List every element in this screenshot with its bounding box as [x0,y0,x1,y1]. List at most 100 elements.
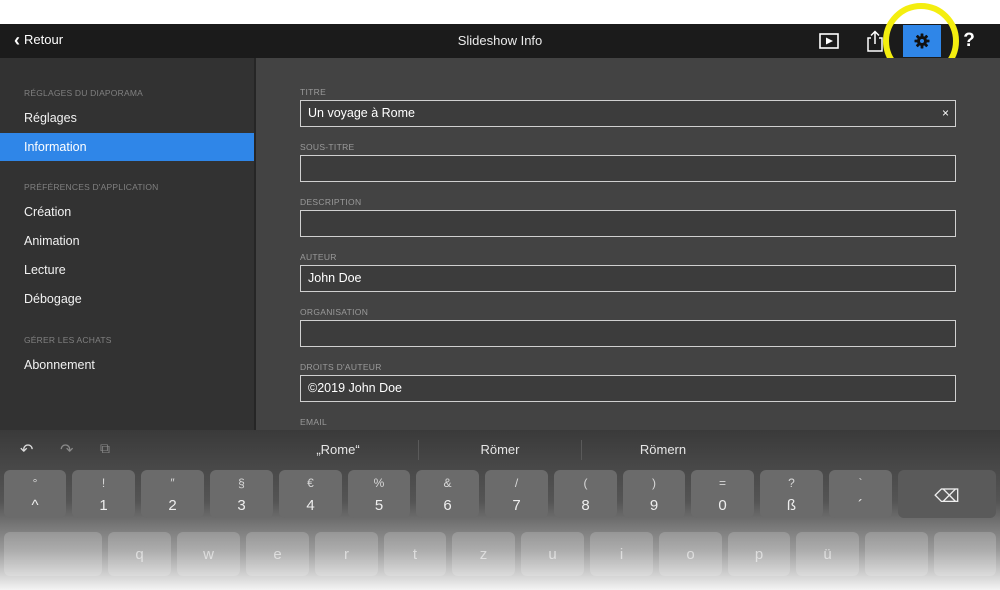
sidebar-section-purchases: GÉRER LES ACHATS [24,335,112,345]
suggestion-1[interactable]: „Rome“ [258,442,418,457]
key-top-char: / [514,476,519,490]
top-margin [0,0,1000,24]
key-4[interactable]: € 4 [279,470,342,518]
sidebar-item-animation[interactable]: Animation [0,227,254,255]
copyright-value: ©2019 John Doe [308,381,403,395]
gear-icon [914,33,930,49]
suggestion-3[interactable]: Römern [583,442,743,457]
key-u-umlaut[interactable]: ü [796,532,859,576]
key-3[interactable]: § 3 [210,470,273,518]
key-9[interactable]: ) 9 [623,470,685,518]
key-u[interactable]: u [521,532,584,576]
share-icon [867,30,883,52]
key-1[interactable]: ! 1 [72,470,135,518]
navigation-bar: ‹ Retour Slideshow Info ? [0,24,1000,58]
key-8[interactable]: ( 8 [554,470,617,518]
key-bottom-char: 3 [237,497,246,514]
key-5[interactable]: % 5 [348,470,410,518]
sidebar-item-information[interactable]: Information [0,133,254,161]
key-bottom-char: 6 [443,497,452,514]
key-bottom-char: 5 [374,497,384,514]
undo-icon[interactable]: ↶ [20,440,33,460]
copyright-field[interactable]: ©2019 John Doe [300,375,956,402]
key-char: t [412,546,418,563]
key-bottom-char: 4 [306,497,315,514]
author-label: AUTEUR [300,252,337,262]
key-t[interactable]: t [384,532,446,576]
key-i[interactable]: i [590,532,653,576]
sidebar-item-reglages[interactable]: Réglages [0,104,254,132]
key-q[interactable]: q [108,532,171,576]
key-char: r [344,546,349,563]
key-caret[interactable]: ° ^ [4,470,66,518]
key-accent[interactable]: ` ´ [829,470,892,518]
suggestion-bar: ↶ ↷ ⧉ „Rome“ Römer Römern [0,430,1000,468]
clear-icon[interactable]: × [942,101,949,126]
suggestion-divider [581,440,582,460]
key-o[interactable]: o [659,532,722,576]
key-char: ü [823,546,832,563]
author-field[interactable]: John Doe [300,265,956,292]
author-value: John Doe [308,271,362,285]
redo-icon[interactable]: ↷ [60,440,73,460]
subtitle-field[interactable] [300,155,956,182]
key-char: i [619,546,624,563]
title-label: TITRE [300,87,327,97]
key-top-char: § [238,476,245,490]
key-0[interactable]: = 0 [691,470,754,518]
key-char: w [203,546,214,563]
key-z[interactable]: z [452,532,515,576]
key-char: o [686,546,695,563]
key-bottom-char: 9 [649,497,659,514]
description-field[interactable] [300,210,956,237]
key-top-char: ( [583,476,588,490]
description-label: DESCRIPTION [300,197,362,207]
key-top-char: ) [652,476,656,490]
key-top-char: & [443,476,452,490]
key-bottom-char: 7 [512,497,521,514]
key-bottom-char: ´ [858,497,863,514]
key-r[interactable]: r [315,532,378,576]
sidebar: RÉGLAGES DU DIAPORAMA Réglages Informati… [0,58,255,430]
settings-button[interactable] [903,25,941,57]
backspace-key[interactable]: ⌫ [898,470,996,518]
help-button[interactable]: ? [958,24,980,58]
subtitle-label: SOUS-TITRE [300,142,355,152]
page-title: Slideshow Info [457,33,543,48]
sidebar-item-debogage[interactable]: Débogage [0,285,254,313]
key-2[interactable]: ″ 2 [141,470,204,518]
key-quote[interactable] [934,532,996,576]
key-top-char: ? [788,476,795,490]
share-button[interactable] [862,24,888,58]
key-top-char: % [373,476,385,490]
key-char: p [754,546,764,563]
key-top-char: ` [858,476,863,490]
main-form: TITRE Un voyage à Rome × SOUS-TITRE DESC… [256,58,1000,430]
key-plus[interactable] [865,532,928,576]
play-button[interactable] [816,24,842,58]
key-eszett[interactable]: ? ß [760,470,823,518]
sidebar-item-abonnement[interactable]: Abonnement [0,351,254,379]
key-top-char: ! [101,476,106,490]
sidebar-item-creation[interactable]: Création [0,198,254,226]
key-7[interactable]: / 7 [485,470,548,518]
play-icon [819,33,839,49]
key-char: e [273,546,282,563]
title-field[interactable]: Un voyage à Rome × [300,100,956,127]
key-bottom-char: ß [786,497,797,514]
key-top-char: € [307,476,314,490]
key-top-char: ″ [170,476,175,490]
tab-key[interactable] [4,532,102,576]
key-6[interactable]: & 6 [416,470,479,518]
suggestion-divider [418,440,419,460]
sidebar-item-lecture[interactable]: Lecture [0,256,254,284]
organisation-field[interactable] [300,320,956,347]
paste-icon[interactable]: ⧉ [100,440,110,457]
key-p[interactable]: p [728,532,790,576]
key-e[interactable]: e [246,532,309,576]
key-w[interactable]: w [177,532,240,576]
suggestion-2[interactable]: Römer [420,442,580,457]
key-bottom-char: 1 [99,497,108,514]
title-value: Un voyage à Rome [308,106,416,120]
key-top-char: ° [32,476,38,490]
